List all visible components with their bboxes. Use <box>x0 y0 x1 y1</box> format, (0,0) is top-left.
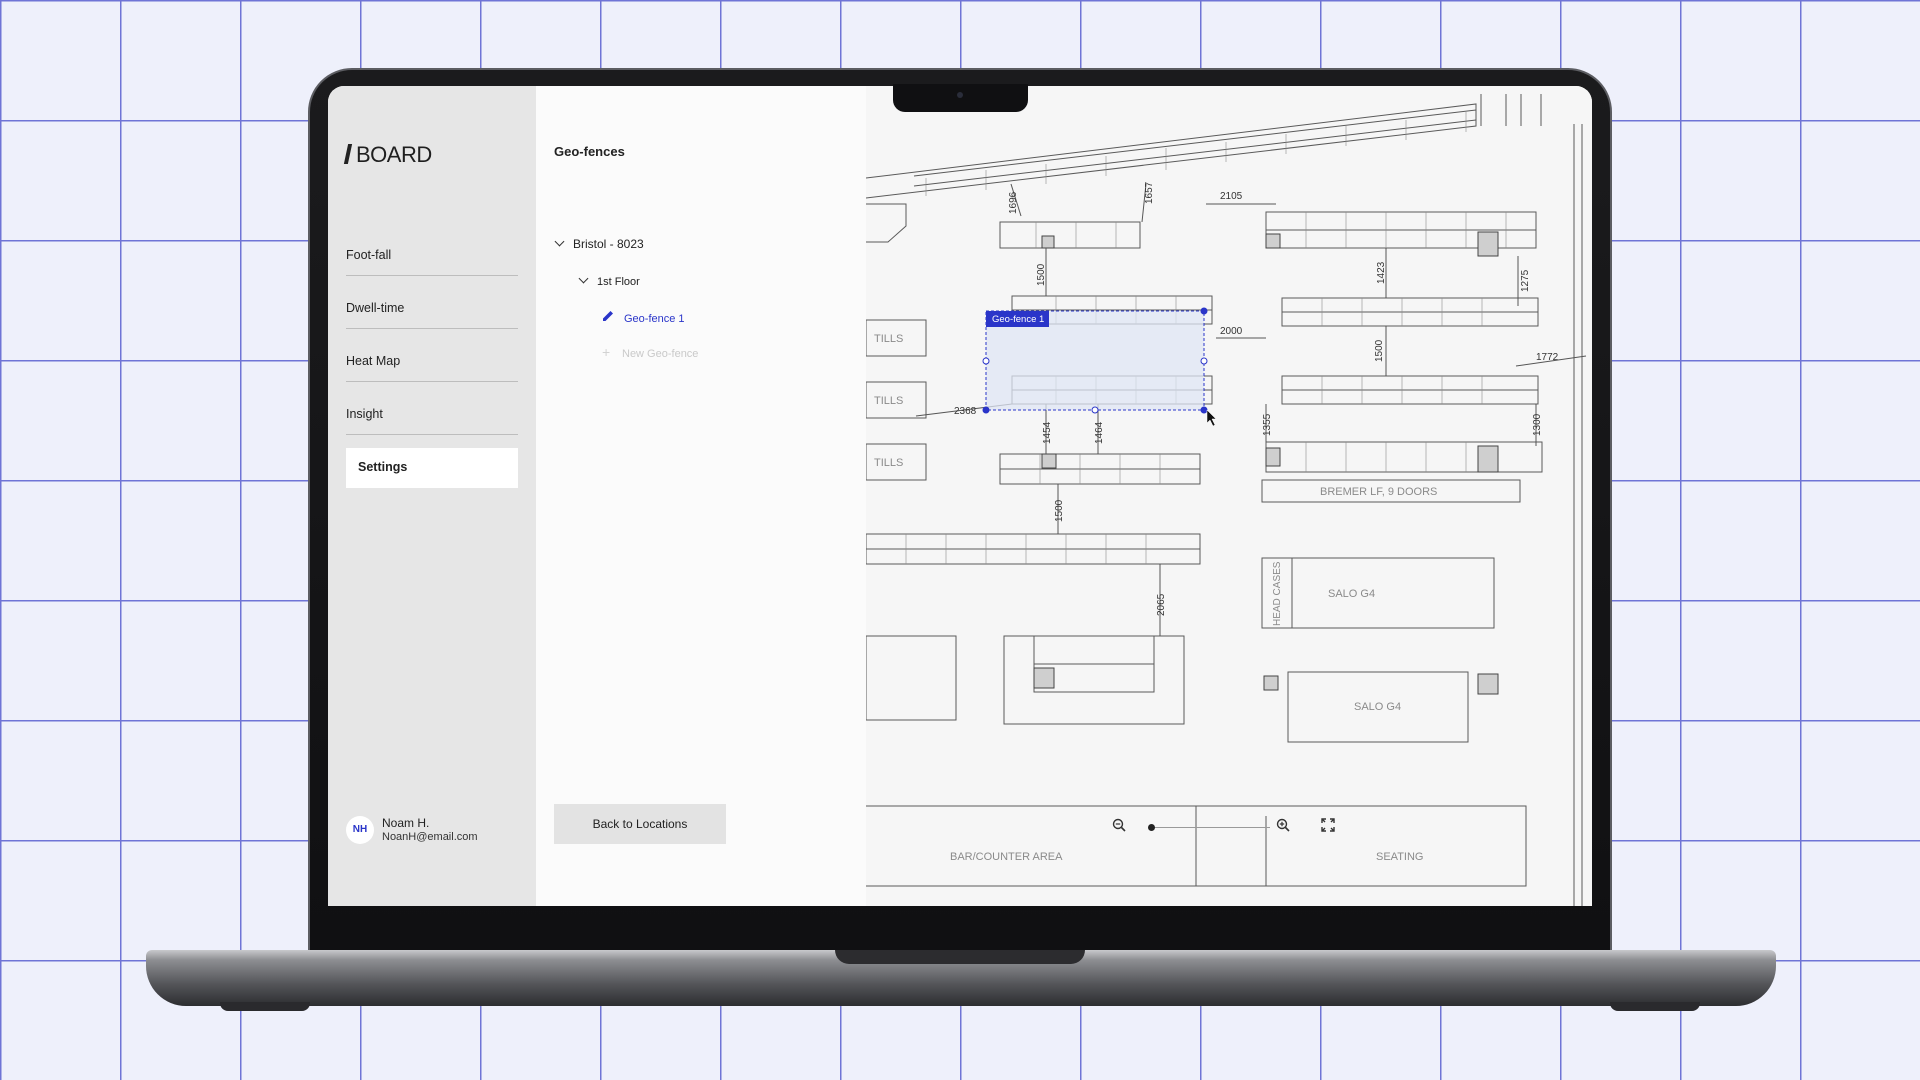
salo-label: SALO G4 <box>1354 701 1401 713</box>
resize-handle[interactable] <box>982 357 990 365</box>
resize-handle[interactable] <box>1200 406 1208 414</box>
head-cases-label: HEAD CASES <box>1272 561 1283 626</box>
resize-handle[interactable] <box>1200 357 1208 365</box>
dim-label: 1500 <box>1374 339 1385 362</box>
avatar: NH <box>346 816 374 844</box>
laptop-foot-right <box>1610 1002 1700 1011</box>
chevron-down-icon <box>578 273 589 284</box>
plus-icon: + <box>602 344 611 360</box>
tree-geo-fence-1[interactable]: Geo-fence 1 <box>602 309 685 325</box>
floor-plan-map[interactable]: 1696 1657 2105 1500 2000 1423 1275 1500 … <box>866 86 1592 906</box>
fullscreen-icon[interactable] <box>1321 818 1339 836</box>
nav-item-insight[interactable]: Insight <box>346 395 518 435</box>
zoom-in-icon[interactable] <box>1276 818 1294 836</box>
nav-item-heat-map[interactable]: Heat Map <box>346 342 518 382</box>
geo-fence-tag-label: Geo-fence 1 <box>992 314 1044 325</box>
nav-item-foot-fall[interactable]: Foot-fall <box>346 236 518 276</box>
geo-fence-1-region[interactable]: Geo-fence 1 <box>982 307 1217 427</box>
new-geo-fence-button[interactable]: + New Geo-fence <box>602 344 698 360</box>
nav-item-dwell-time[interactable]: Dwell-time <box>346 289 518 329</box>
floor-plan-drawing: 1696 1657 2105 1500 2000 1423 1275 1500 … <box>866 94 1587 906</box>
dim-label: 1657 <box>1144 181 1155 204</box>
zoom-out-icon[interactable] <box>1112 818 1130 836</box>
dim-label: 1772 <box>1536 352 1559 363</box>
dim-label: 1464 <box>1094 421 1105 444</box>
dim-label: 1454 <box>1042 421 1053 444</box>
zoom-controls <box>1112 816 1342 840</box>
location-label: Bristol - 8023 <box>573 237 644 251</box>
dim-label: 2000 <box>1220 326 1243 337</box>
dim-label: 1500 <box>1054 499 1065 522</box>
bremer-label: BREMER LF, 9 DOORS <box>1320 486 1437 498</box>
cursor-icon <box>1206 409 1217 427</box>
new-geo-fence-label: New Geo-fence <box>622 348 699 360</box>
laptop-foot-left <box>220 1002 310 1011</box>
zoom-slider-knob[interactable] <box>1148 824 1155 831</box>
dim-label: 1500 <box>1036 263 1047 286</box>
dim-label: 2105 <box>1220 191 1243 202</box>
camera-notch <box>893 84 1028 112</box>
logo[interactable]: BOARD <box>343 142 432 168</box>
tills-label: TILLS <box>874 333 903 345</box>
dim-label: 1275 <box>1520 269 1531 292</box>
logo-slash-icon <box>343 144 353 164</box>
geo-fence-label: Geo-fence 1 <box>624 313 685 325</box>
dim-label: 1696 <box>1008 191 1019 214</box>
floor-label: 1st Floor <box>597 276 640 288</box>
user-name: Noam H. <box>382 816 430 830</box>
nav-item-settings[interactable]: Settings <box>346 448 518 488</box>
resize-handle[interactable] <box>1091 406 1099 414</box>
dim-label: 2368 <box>954 406 977 417</box>
back-to-locations-button[interactable]: Back to Locations <box>554 804 726 844</box>
tree-location[interactable]: Bristol - 8023 <box>554 236 644 251</box>
bar-area-label: BAR/COUNTER AREA <box>950 851 1063 863</box>
tills-label: TILLS <box>874 395 903 407</box>
dim-label: 1423 <box>1376 261 1387 284</box>
tills-label: TILLS <box>874 457 903 469</box>
camera-icon <box>957 92 963 98</box>
laptop-hinge-notch <box>835 950 1085 964</box>
dim-label: 2065 <box>1156 593 1167 616</box>
page-title: Geo-fences <box>554 144 625 159</box>
resize-handle[interactable] <box>1200 307 1208 315</box>
chevron-down-icon <box>554 236 565 247</box>
user-email: NoanH@email.com <box>382 831 478 843</box>
dim-label: 1355 <box>1262 413 1273 436</box>
dim-label: 1300 <box>1532 413 1543 436</box>
app-screen: BOARD Foot-fall Dwell-time Heat Map Insi… <box>328 86 1592 906</box>
tree-floor[interactable]: 1st Floor <box>578 273 640 288</box>
sidebar-nav: BOARD Foot-fall Dwell-time Heat Map Insi… <box>328 86 536 906</box>
zoom-slider-track[interactable] <box>1150 827 1270 828</box>
geo-fences-panel: Geo-fences Bristol - 8023 1st Floor Geo-… <box>536 86 866 906</box>
resize-handle[interactable] <box>982 406 990 414</box>
logo-text: BOARD <box>356 142 432 167</box>
pencil-icon[interactable] <box>602 309 616 325</box>
seating-label: SEATING <box>1376 851 1423 863</box>
salo-label: SALO G4 <box>1328 588 1375 600</box>
